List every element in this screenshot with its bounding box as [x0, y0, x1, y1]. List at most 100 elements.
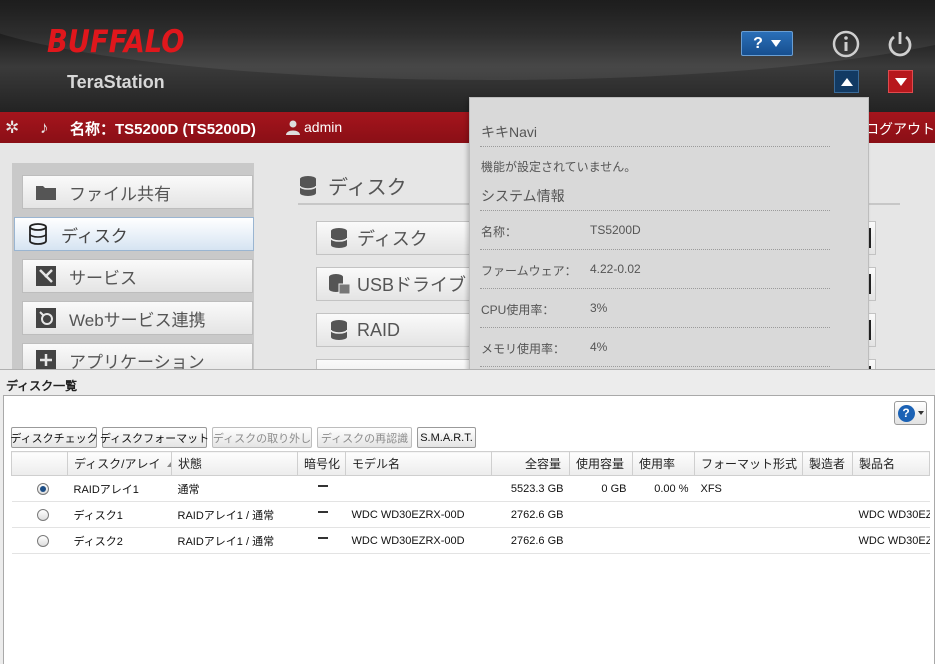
info-value-cpu: 3%	[590, 301, 608, 315]
column-header-disk-array[interactable]: ディスク/アレイ	[67, 451, 172, 476]
sidebar-item-web-service[interactable]: Webサービス連携	[22, 301, 253, 335]
cell-maker	[802, 501, 853, 528]
divider	[480, 327, 830, 328]
service-icon	[35, 266, 57, 286]
divider	[480, 366, 830, 367]
info-label-name: 名称：	[481, 225, 518, 239]
page-title-text: ディスク	[328, 177, 407, 199]
divider	[480, 249, 830, 250]
app-header: BUFFALO TeraStation ?	[0, 0, 935, 112]
cell-name: ディスク1	[67, 501, 172, 528]
cell-usage	[632, 501, 695, 528]
database-icon	[299, 175, 317, 196]
application-icon	[35, 350, 57, 370]
column-header-usage[interactable]: 使用率	[632, 451, 695, 476]
system-info-popup: キキNavi 機能が設定されていません。 システム情報 名称： TS5200D …	[469, 97, 869, 375]
sidebar-item-label: ファイル共有	[69, 184, 171, 204]
device-name-label: 名称：TS5200D (TS5200D)	[70, 121, 256, 138]
sidebar-item-service[interactable]: サービス	[22, 259, 253, 293]
info-icon	[832, 30, 860, 58]
disk-check-button[interactable]: ディスクチェック	[10, 427, 98, 448]
cell-model: WDC WD30EZRX-00D	[345, 527, 492, 554]
folder-icon	[35, 182, 57, 202]
table-header-row: ディスク/アレイ 状態 暗号化 モデル名 全容量 使用容量 使用率 フォーマット…	[11, 451, 930, 476]
cell-format	[694, 501, 803, 528]
row-radio-selected[interactable]	[36, 482, 49, 495]
column-header-format[interactable]: フォーマット形式	[694, 451, 803, 476]
table-row[interactable]: ディスク1 RAIDアレイ1 / 通常 WDC WD30EZRX-00D 276…	[11, 501, 930, 528]
row-select-cell[interactable]	[11, 501, 68, 528]
triangle-down-icon	[894, 77, 907, 86]
info-label-cpu: CPU使用率：	[481, 303, 555, 317]
cell-encryption	[297, 527, 346, 554]
sidebar-item-file-share[interactable]: ファイル共有	[22, 175, 253, 209]
page-title: ディスク	[298, 171, 407, 200]
cell-capacity: 2762.6 GB	[491, 527, 570, 554]
cell-encryption	[297, 475, 346, 502]
help-menu-button[interactable]: ?	[741, 31, 793, 56]
cell-capacity: 2762.6 GB	[491, 501, 570, 528]
menu-item-label: ディスク	[357, 229, 428, 249]
menu-item-label: RAID	[357, 319, 401, 340]
disk-rerecognize-button[interactable]: ディスクの再認識	[317, 427, 412, 448]
column-header-maker[interactable]: 製造者	[802, 451, 853, 476]
power-button[interactable]	[878, 22, 922, 66]
chevron-down-icon	[917, 411, 924, 415]
expand-up-button[interactable]	[834, 70, 859, 93]
cell-capacity: 5523.3 GB	[491, 475, 570, 502]
column-header-capacity[interactable]: 全容量	[491, 451, 570, 476]
expand-down-button[interactable]	[888, 70, 913, 93]
kikinavi-message: 機能が設定されていません。	[481, 160, 637, 174]
smart-button[interactable]: S.M.A.R.T.	[417, 427, 476, 448]
dialog-help-button[interactable]: ?	[894, 401, 927, 425]
cell-maker	[802, 475, 853, 502]
web-service-icon	[35, 308, 57, 328]
row-radio[interactable]	[36, 508, 49, 521]
info-label-memory: メモリ使用率：	[481, 342, 566, 356]
sidebar-item-disk[interactable]: ディスク	[14, 217, 254, 251]
disk-remove-button[interactable]: ディスクの取り外し	[212, 427, 312, 448]
divider	[480, 210, 830, 211]
table-row[interactable]: ディスク2 RAIDアレイ1 / 通常 WDC WD30EZRX-00D 276…	[11, 527, 930, 554]
table-row[interactable]: RAIDアレイ1 通常 5523.3 GB 0 GB 0.00 % XFS	[11, 475, 930, 502]
help-label: ?	[753, 34, 763, 52]
product-name: TeraStation	[67, 72, 165, 92]
cell-model: WDC WD30EZRX-00D	[345, 501, 492, 528]
help-icon: ?	[897, 404, 915, 422]
divider	[480, 146, 830, 147]
row-select-cell[interactable]	[11, 475, 68, 502]
column-header-model[interactable]: モデル名	[345, 451, 492, 476]
cell-status: 通常	[171, 475, 298, 502]
cell-usage	[632, 527, 695, 554]
row-radio[interactable]	[36, 534, 49, 547]
row-select-cell[interactable]	[11, 527, 68, 554]
info-label-firmware: ファームウェア：	[481, 264, 577, 278]
info-button[interactable]	[824, 22, 868, 66]
cell-format: XFS	[694, 475, 803, 502]
music-note-icon[interactable]: ♪	[40, 118, 49, 138]
column-header-select	[11, 451, 68, 476]
kikinavi-title: キキNavi	[481, 124, 538, 140]
dash-icon	[317, 536, 328, 539]
dialog-body: ? ディスクチェック ディスクフォーマット ディスクの取り外し ディスクの再認識…	[3, 395, 935, 664]
settings-gear-icon[interactable]: ✲	[5, 118, 19, 138]
column-header-product[interactable]: 製品名	[852, 451, 930, 476]
cell-used: 0 GB	[569, 475, 633, 502]
disk-format-button[interactable]: ディスクフォーマット	[100, 427, 209, 448]
menu-item-label: USBドライブ	[357, 275, 467, 295]
cell-used	[569, 527, 633, 554]
logout-link[interactable]: ログアウト	[865, 119, 935, 139]
sort-ascending-icon	[166, 462, 171, 468]
column-header-status[interactable]: 状態	[171, 451, 298, 476]
info-value-name: TS5200D	[590, 223, 641, 237]
database-icon	[27, 223, 49, 245]
sidebar-item-label: Webサービス連携	[69, 310, 206, 330]
cell-status: RAIDアレイ1 / 通常	[171, 501, 298, 528]
column-header-encryption[interactable]: 暗号化	[297, 451, 346, 476]
cell-product	[852, 475, 930, 502]
app-root: BUFFALO TeraStation ? ✲ ♪ 名称：TS5200D (TS…	[0, 0, 935, 664]
sidebar-item-label: ディスク	[61, 226, 128, 246]
system-info-title: システム情報	[481, 188, 565, 204]
column-header-used[interactable]: 使用容量	[569, 451, 633, 476]
buffalo-logo: BUFFALO	[47, 24, 185, 60]
